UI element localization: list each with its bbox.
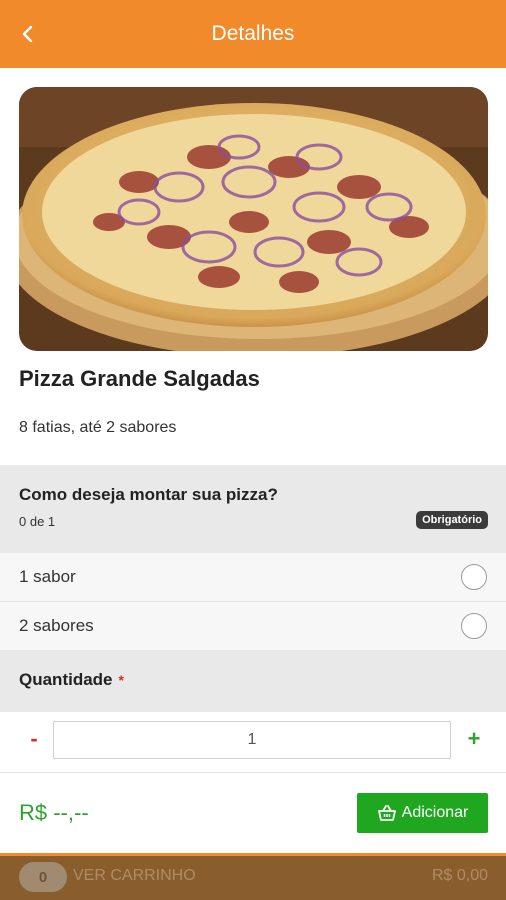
- cart-footer: 0 VER CARRINHO R$ 0,00: [0, 853, 506, 900]
- radio-button[interactable]: [461, 564, 487, 590]
- basket-icon: [377, 805, 396, 821]
- product-description: 8 fatias, até 2 sabores: [19, 419, 177, 436]
- page-title: Detalhes: [211, 22, 295, 45]
- back-button[interactable]: [14, 20, 42, 48]
- option-label: 1 sabor: [19, 567, 76, 586]
- chevron-left-icon: [22, 25, 33, 43]
- option-1-sabor[interactable]: 1 sabor: [0, 553, 506, 602]
- quantity-label: Quantidade *: [19, 670, 124, 689]
- quantity-header: Quantidade *: [0, 650, 506, 712]
- radio-button[interactable]: [461, 613, 487, 639]
- decrement-button[interactable]: -: [24, 726, 44, 756]
- add-button-label: Adicionar: [401, 804, 469, 821]
- required-badge: Obrigatório: [416, 511, 488, 529]
- total-price: R$ --,--: [19, 800, 89, 825]
- increment-button[interactable]: +: [464, 726, 484, 756]
- cart-count-badge[interactable]: 0: [19, 862, 67, 892]
- option-group-header: Como deseja montar sua pizza? 0 de 1 Obr…: [0, 465, 506, 553]
- option-2-sabores[interactable]: 2 sabores: [0, 602, 506, 651]
- option-group-count: 0 de 1: [19, 514, 56, 529]
- cart-total: R$ 0,00: [431, 867, 488, 884]
- add-to-cart-button[interactable]: Adicionar: [357, 793, 488, 833]
- quantity-input[interactable]: [53, 721, 451, 759]
- app-header: Detalhes: [0, 0, 506, 68]
- option-label: 2 sabores: [19, 616, 94, 635]
- required-mark: *: [118, 672, 124, 688]
- option-group-question: Como deseja montar sua pizza?: [19, 485, 278, 504]
- product-name: Pizza Grande Salgadas: [19, 366, 260, 391]
- view-cart-link[interactable]: VER CARRINHO: [73, 867, 196, 885]
- product-image: [19, 87, 488, 351]
- quantity-stepper: - +: [0, 712, 506, 773]
